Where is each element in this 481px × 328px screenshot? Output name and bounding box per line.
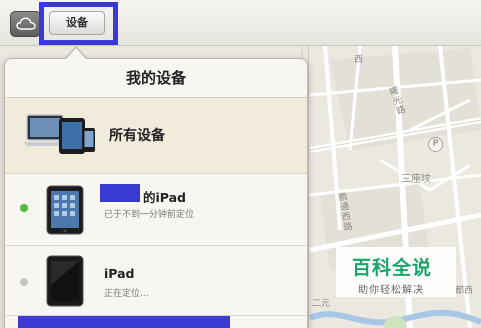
device-name: iPad xyxy=(104,266,135,281)
watermark: 百科全说 助你轻松解决 xyxy=(336,247,456,297)
all-devices-icon xyxy=(21,112,99,162)
watermark-subtitle: 助你轻松解决 xyxy=(358,285,424,296)
map-label-eryuan: 二元 xyxy=(312,299,331,309)
watermark-title: 百科全说 xyxy=(352,257,433,279)
device-name: 的iPad xyxy=(143,190,186,205)
map-label-duxi: 都西 xyxy=(455,286,474,296)
device-status: 已于不到一分钟前定位 xyxy=(104,210,195,220)
highlight-bar xyxy=(18,316,230,328)
device-row[interactable]: 的iPad 已于不到一分钟前定位 xyxy=(5,174,307,246)
offline-status-dot xyxy=(20,278,28,286)
ipad-icon xyxy=(45,255,85,311)
popover-title: 我的设备 xyxy=(5,59,307,98)
device-status: 正在定位... xyxy=(104,289,149,299)
my-devices-popover: 我的设备 所有设备 的iPad 已于不到一分钟前定位 iPad 正在定位... xyxy=(4,58,308,328)
online-status-dot xyxy=(20,204,28,212)
icloud-button[interactable] xyxy=(10,11,41,37)
icloud-icon xyxy=(15,15,36,34)
device-row[interactable]: iPad 正在定位... xyxy=(5,246,307,316)
panel-divider xyxy=(308,46,309,328)
popover-arrow xyxy=(65,48,87,60)
devices-button[interactable]: 设备 xyxy=(49,11,105,35)
all-devices-label: 所有设备 xyxy=(109,128,165,144)
all-devices-row[interactable]: 所有设备 xyxy=(5,98,307,174)
map-label-xi: 西 xyxy=(354,55,364,65)
map-label-sanzuofen: 三座坟 xyxy=(401,174,431,185)
ipad-icon xyxy=(45,185,85,239)
parking-icon: P xyxy=(428,137,443,152)
redacted-owner-name xyxy=(100,184,140,202)
